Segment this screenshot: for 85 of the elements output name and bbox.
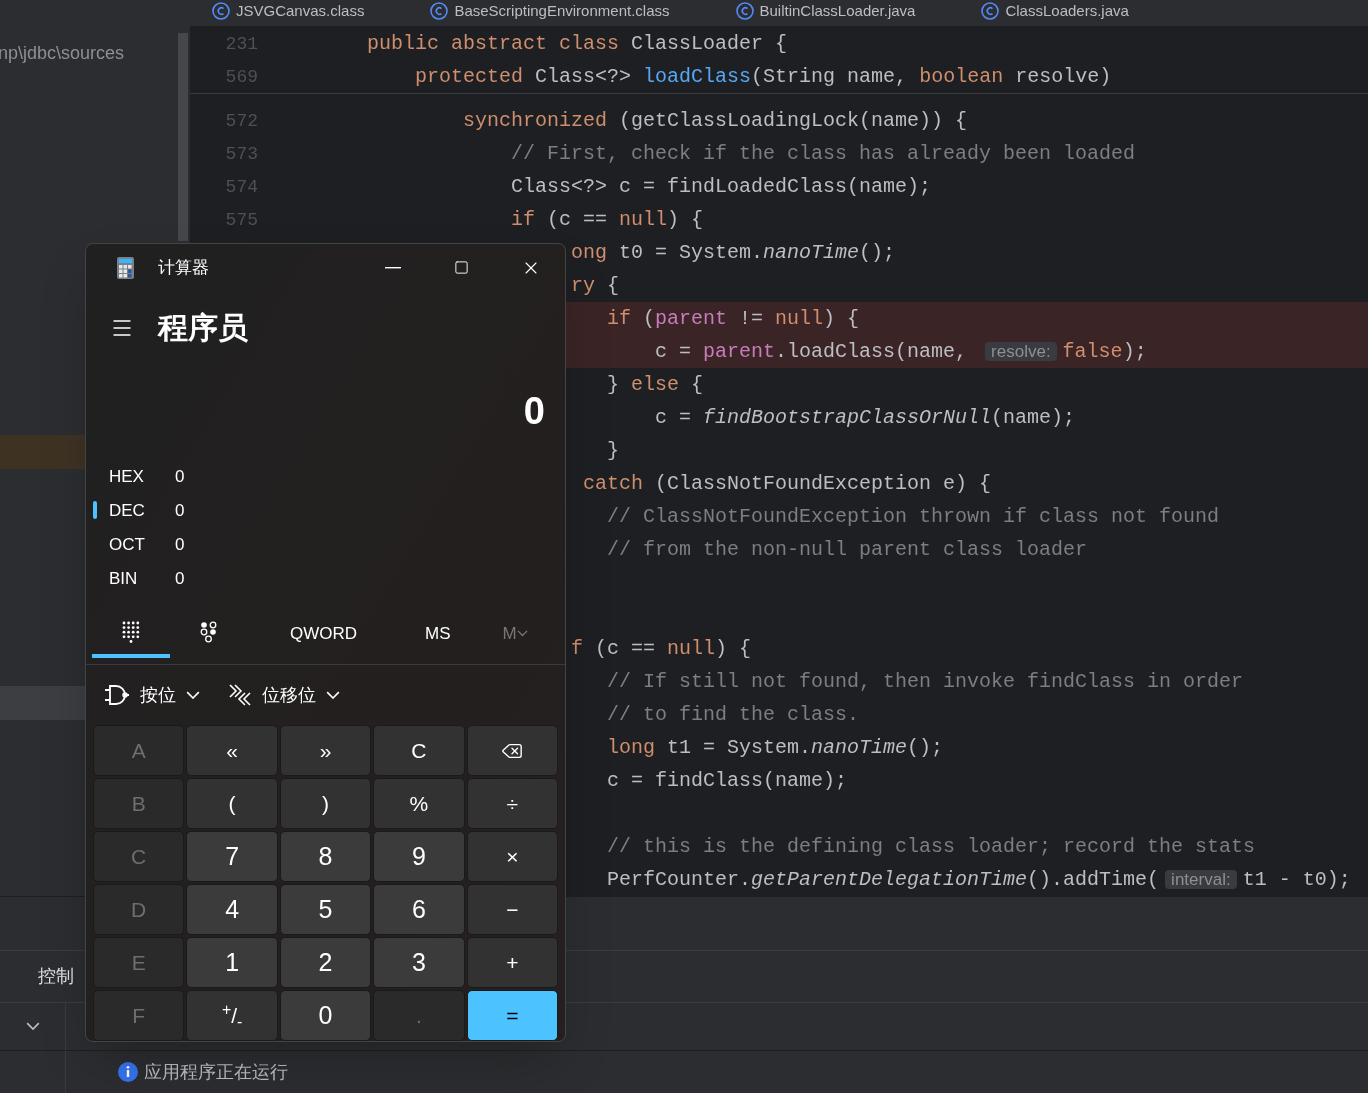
editor-tab[interactable]: JSVGCanvas.class <box>212 0 365 22</box>
calculator-key[interactable]: 3 <box>373 937 465 988</box>
chevron-down-icon <box>25 1022 40 1031</box>
calculator-key[interactable]: 4 <box>186 884 278 935</box>
backspace-key[interactable] <box>466 725 558 776</box>
radix-value: 0 <box>175 533 185 556</box>
code-line: // ClassNotFoundException thrown if class not found <box>607 503 1220 530</box>
class-icon <box>981 2 1000 20</box>
radix-label: BIN <box>109 567 139 590</box>
scrollbar-thumb[interactable] <box>178 33 188 241</box>
class-icon <box>212 2 230 20</box>
calculator-key[interactable]: C <box>373 725 465 776</box>
info-icon <box>118 1062 138 1082</box>
calculator-key[interactable]: = <box>466 990 558 1041</box>
code-line: catch (ClassNotFoundException e) { <box>583 470 992 497</box>
calculator-key[interactable]: 8 <box>279 831 372 882</box>
code-line: // from the non-null parent class loader <box>607 536 1088 563</box>
calculator-key[interactable]: 0 <box>279 990 372 1041</box>
maximize-icon <box>454 260 469 276</box>
calculator-key[interactable]: 2 <box>279 937 372 988</box>
minimize-icon <box>384 266 401 269</box>
code-line: // If still not found, then invoke findClass in order <box>607 668 1244 695</box>
calculator-icon <box>117 256 134 279</box>
class-icon <box>735 2 754 20</box>
result-display: 0 <box>523 389 545 434</box>
calculator-key[interactable]: 5 <box>279 884 372 935</box>
tree-item[interactable]: np\jdbc\sources <box>0 40 190 67</box>
calculator-key[interactable]: + <box>466 937 558 988</box>
calculator-key[interactable]: « <box>186 725 278 776</box>
bit-toggle-icon <box>200 620 218 643</box>
code-line: } else { <box>607 371 704 398</box>
code-line: long t1 = System.nanoTime(); <box>607 734 944 761</box>
mode-title: 程序员 <box>158 310 248 347</box>
radix-value: 0 <box>175 499 185 522</box>
keypad-icon <box>122 620 140 643</box>
calculator-key[interactable]: 1 <box>186 937 278 988</box>
chevron-down-icon <box>326 690 340 700</box>
calculator-key[interactable]: × <box>466 831 558 882</box>
calculator-key[interactable]: $^{+}$/$_{-}$ <box>186 990 278 1041</box>
code-line: } <box>607 437 619 464</box>
status-message: 应用程序正在运行 <box>144 1060 288 1084</box>
code-line: // to find the class. <box>607 701 860 728</box>
chevron-down-icon <box>516 630 528 638</box>
radix-label: OCT <box>109 533 146 556</box>
calculator-key[interactable]: 9 <box>373 831 465 882</box>
calculator-key[interactable]: » <box>279 725 372 776</box>
calculator-key[interactable]: % <box>373 778 465 829</box>
code-line: f (c == null) { <box>571 635 752 662</box>
code-line: Class<?> c = findLoadedClass(name); <box>511 173 932 200</box>
code-line: synchronized (getClassLoadingLock(name)) { <box>463 107 968 134</box>
operator-menu-button[interactable]: 按位 <box>104 681 200 709</box>
word-size-button[interactable]: QWORD <box>288 621 360 647</box>
code-line: protected Class<?> loadClass(String name, boolean resolve) <box>415 63 1112 90</box>
shift-icon <box>228 683 252 708</box>
calculator-key[interactable]: ( <box>186 778 278 829</box>
code-line: if (parent != null) { <box>607 305 860 332</box>
calculator-key[interactable]: ÷ <box>466 778 558 829</box>
code-line: PerfCounter.getParentDelegationTime().addTime( interval: t1 - t0); <box>607 866 1351 893</box>
calculator-key[interactable]: − <box>466 884 558 935</box>
editor-tab[interactable]: BaseScriptingEnvironment.class <box>430 0 670 22</box>
code-line: c = parent.loadClass(name, resolve: false); <box>655 338 1147 365</box>
logic-gate-icon <box>104 684 130 707</box>
radix-label: DEC <box>109 499 146 522</box>
operator-menu-button[interactable]: 位移位 <box>228 681 340 709</box>
radix-value: 0 <box>175 567 185 590</box>
code-line: // First, check if the class has already been loaded <box>511 140 1136 167</box>
class-icon <box>430 2 449 20</box>
window-title: 计算器 <box>158 257 209 280</box>
code-line: ry { <box>571 272 620 299</box>
code-line: ong t0 = System.nanoTime(); <box>571 239 896 266</box>
memory-button[interactable]: MS <box>425 621 451 647</box>
code-line: public abstract class ClassLoader { <box>367 30 788 57</box>
code-line: c = findClass(name); <box>607 767 848 794</box>
chevron-down-icon <box>186 690 200 700</box>
console-tab[interactable]: 控制 <box>38 963 74 990</box>
editor-tab[interactable]: BuiltinClassLoader.java <box>735 0 916 22</box>
code-line: c = findBootstrapClassOrNull(name); <box>655 404 1076 431</box>
editor-tab[interactable]: ClassLoaders.java <box>981 0 1129 22</box>
calculator-key[interactable]: 7 <box>186 831 278 882</box>
calculator-key[interactable]: 6 <box>373 884 465 935</box>
radix-value: 0 <box>175 465 185 488</box>
code-line: if (c == null) { <box>511 206 704 233</box>
calculator-key[interactable]: ) <box>279 778 372 829</box>
code-line: // this is the defining class loader; record the stats <box>607 833 1256 860</box>
radix-label: HEX <box>109 465 145 488</box>
